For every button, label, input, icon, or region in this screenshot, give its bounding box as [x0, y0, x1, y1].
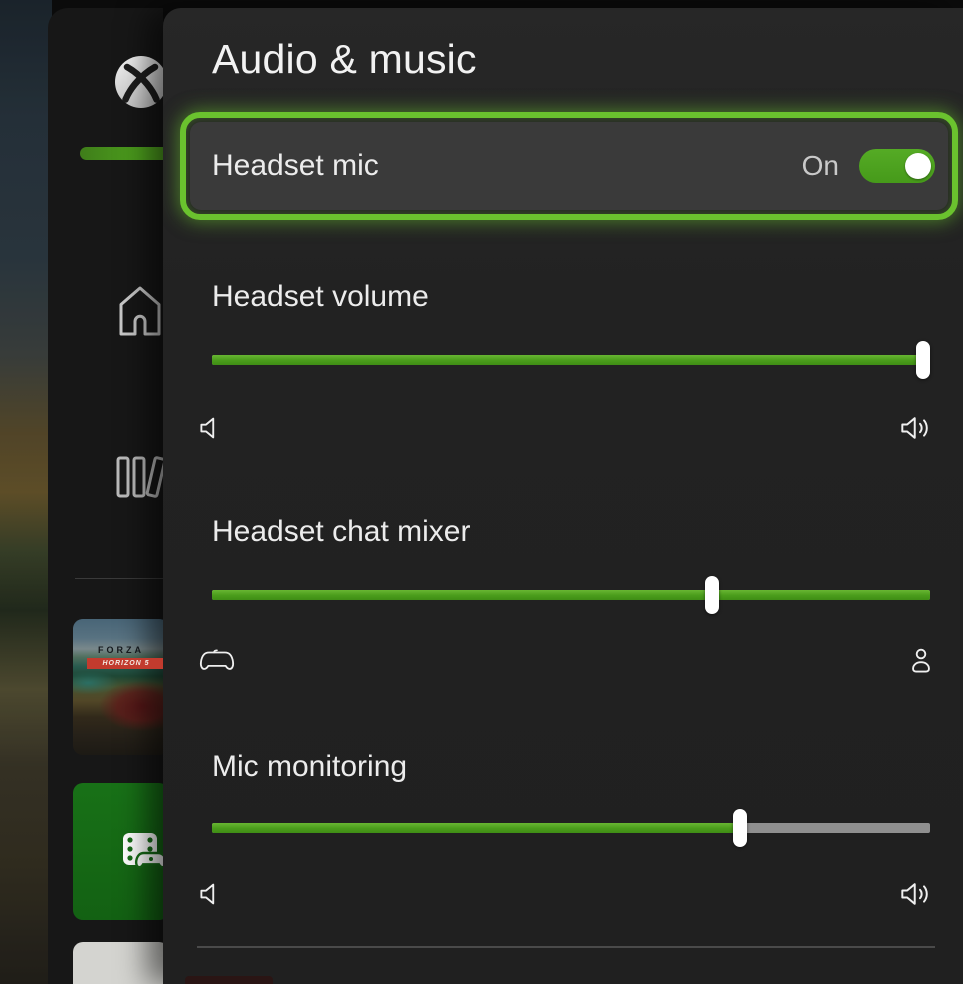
- headset-volume-slider[interactable]: [212, 355, 930, 365]
- speaker-loud-icon: [901, 878, 935, 910]
- headset-chat-mixer-thumb[interactable]: [705, 576, 719, 614]
- sidebar-divider: [75, 578, 163, 579]
- toggle-state-label: On: [802, 150, 839, 182]
- game-background: [0, 0, 52, 984]
- slider-fill: [212, 355, 930, 365]
- mic-monitoring-label: Mic monitoring: [212, 750, 407, 784]
- library-icon[interactable]: [115, 454, 163, 500]
- headset-mic-toggle[interactable]: [859, 149, 935, 183]
- tile-partial[interactable]: [73, 942, 163, 984]
- forza-logo-text: FORZA: [73, 645, 163, 655]
- person-icon: [907, 645, 935, 678]
- toggle-knob: [905, 153, 931, 179]
- tile-forza-horizon-5[interactable]: FORZA HORIZON 5: [73, 619, 163, 755]
- forza-horizon-strip: HORIZON 5: [87, 658, 163, 669]
- guide-sidebar: FORZA HORIZON 5: [48, 8, 163, 984]
- headset-chat-mixer-slider[interactable]: [212, 590, 930, 600]
- slider-fill: [212, 590, 930, 600]
- home-icon[interactable]: [116, 284, 163, 338]
- speaker-quiet-icon: [197, 413, 227, 443]
- headset-chat-mixer-label: Headset chat mixer: [212, 515, 470, 549]
- active-tab-indicator: [80, 147, 163, 160]
- xbox-logo-icon: [114, 55, 163, 109]
- section-divider: [197, 946, 935, 948]
- slider-fill: [212, 823, 743, 833]
- headset-volume-label: Headset volume: [212, 280, 429, 314]
- mic-monitoring-thumb[interactable]: [733, 809, 747, 847]
- next-item-peek: [185, 976, 273, 984]
- speaker-quiet-icon: [197, 879, 227, 909]
- audio-music-panel: Audio & music Headset mic On Headset vol…: [163, 8, 963, 984]
- headset-mic-row-inner: Headset mic On: [190, 122, 948, 210]
- headset-volume-thumb[interactable]: [916, 341, 930, 379]
- headset-mic-row[interactable]: Headset mic On: [180, 112, 958, 220]
- mic-monitoring-slider[interactable]: [212, 823, 930, 833]
- filmstrip-controller-icon: [122, 832, 163, 876]
- controller-icon: [197, 646, 237, 676]
- tile-game-activity[interactable]: [73, 783, 163, 920]
- panel-title: Audio & music: [212, 36, 477, 83]
- headset-mic-label: Headset mic: [212, 149, 379, 183]
- speaker-loud-icon: [901, 412, 935, 444]
